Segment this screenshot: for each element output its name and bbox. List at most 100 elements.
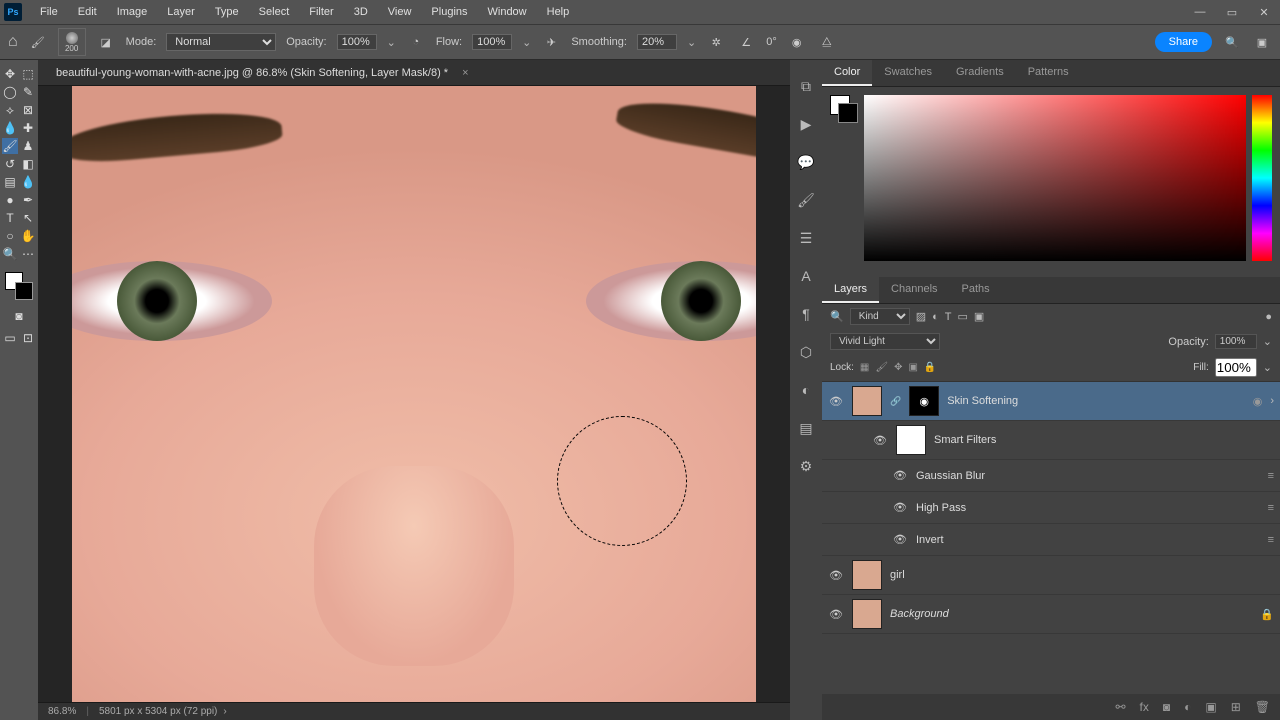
smoothing-chevron-icon[interactable]: ⌄ bbox=[687, 36, 696, 49]
zoom-level[interactable]: 86.8% bbox=[48, 706, 76, 717]
menu-3d[interactable]: 3D bbox=[344, 6, 378, 18]
menu-filter[interactable]: Filter bbox=[299, 6, 343, 18]
close-document-icon[interactable]: × bbox=[462, 67, 468, 79]
layer-skin-softening[interactable]: 👁 🔗 ◉ Skin Softening ◉ › bbox=[822, 382, 1280, 421]
home-icon[interactable]: ⌂ bbox=[8, 33, 18, 51]
filter-blending-icon[interactable]: ≡ bbox=[1268, 502, 1274, 514]
flow-input[interactable] bbox=[472, 34, 512, 50]
maximize-button[interactable]: ▭ bbox=[1216, 6, 1248, 19]
tab-gradients[interactable]: Gradients bbox=[944, 60, 1016, 86]
zoom-tool[interactable]: 🔍 bbox=[2, 246, 18, 262]
color-swatches-mini[interactable] bbox=[5, 272, 33, 300]
menu-edit[interactable]: Edit bbox=[68, 6, 107, 18]
blur-tool[interactable]: 💧 bbox=[20, 174, 36, 190]
link-icon[interactable]: 🔗 bbox=[890, 396, 901, 407]
dodge-tool[interactable]: ● bbox=[2, 192, 18, 208]
filter-blending-icon[interactable]: ≡ bbox=[1268, 470, 1274, 482]
marquee-tool[interactable]: ⬚ bbox=[20, 66, 36, 82]
menu-view[interactable]: View bbox=[378, 6, 422, 18]
brush-preset-picker[interactable]: 200 bbox=[58, 28, 86, 56]
pressure-size-icon[interactable]: ◉ bbox=[787, 32, 807, 52]
fill-input[interactable] bbox=[1215, 358, 1257, 377]
filter-gaussian-blur[interactable]: 👁 Gaussian Blur ≡ bbox=[822, 460, 1280, 492]
adjustment-layer-icon[interactable]: ◐ bbox=[1184, 700, 1191, 714]
hue-slider[interactable] bbox=[1252, 95, 1272, 261]
stamp-tool[interactable]: ♟ bbox=[20, 138, 36, 154]
layer-name[interactable]: Skin Softening bbox=[947, 395, 1018, 407]
status-chevron-icon[interactable]: › bbox=[223, 706, 226, 717]
layer-opacity-input[interactable] bbox=[1215, 334, 1257, 349]
lock-position-icon[interactable]: ✥ bbox=[894, 362, 902, 373]
tab-channels[interactable]: Channels bbox=[879, 277, 949, 303]
menu-layer[interactable]: Layer bbox=[157, 6, 205, 18]
layer-filter-type[interactable]: Kind bbox=[850, 308, 910, 325]
brush-tool[interactable]: 🖌 bbox=[2, 138, 18, 154]
3d-panel-icon[interactable]: ⬡ bbox=[796, 342, 816, 362]
layer-thumbnail[interactable] bbox=[852, 386, 882, 416]
pressure-opacity-icon[interactable]: ◔ bbox=[406, 32, 426, 52]
mode-select[interactable]: Normal bbox=[166, 33, 276, 51]
paragraph-panel-icon[interactable]: ¶ bbox=[796, 304, 816, 324]
angle-value[interactable]: 0° bbox=[766, 36, 777, 48]
filter-smart-icon[interactable]: ▣ bbox=[974, 310, 984, 323]
character-panel-icon[interactable]: A bbox=[796, 266, 816, 286]
filter-toggle-icon[interactable]: ● bbox=[1265, 311, 1272, 323]
visibility-toggle[interactable]: 👁 bbox=[872, 434, 888, 447]
layer-smart-filters[interactable]: 👁 Smart Filters bbox=[822, 421, 1280, 460]
fill-dropdown-icon[interactable]: ⌄ bbox=[1263, 361, 1272, 374]
quick-select-tool[interactable]: ✎ bbox=[20, 84, 36, 100]
filter-name[interactable]: Gaussian Blur bbox=[916, 470, 985, 482]
adjustments-panel-icon[interactable]: ⚙ bbox=[796, 456, 816, 476]
filter-invert[interactable]: 👁 Invert ≡ bbox=[822, 524, 1280, 556]
pen-tool[interactable]: ✒ bbox=[20, 192, 36, 208]
visibility-toggle[interactable]: 👁 bbox=[892, 469, 908, 482]
filter-blending-icon[interactable]: ≡ bbox=[1268, 534, 1274, 546]
minimize-button[interactable]: — bbox=[1184, 6, 1216, 19]
hand-tool[interactable]: ✋ bbox=[20, 228, 36, 244]
shape-tool[interactable]: ○ bbox=[2, 228, 18, 244]
smoothing-options-icon[interactable]: ✲ bbox=[706, 32, 726, 52]
gradient-tool[interactable]: ▤ bbox=[2, 174, 18, 190]
quick-mask-tool[interactable]: ◙ bbox=[11, 308, 27, 324]
brush-settings-panel-icon[interactable]: ☰ bbox=[796, 228, 816, 248]
filter-name[interactable]: Invert bbox=[916, 534, 944, 546]
eyedropper-tool[interactable]: 💧 bbox=[2, 120, 18, 136]
menu-select[interactable]: Select bbox=[249, 6, 300, 18]
group-icon[interactable]: ▣ bbox=[1205, 700, 1216, 714]
menu-window[interactable]: Window bbox=[478, 6, 537, 18]
chevron-icon[interactable]: › bbox=[1270, 395, 1274, 407]
filter-adjust-icon[interactable]: ◐ bbox=[932, 311, 939, 323]
smart-filter-visibility-icon[interactable]: ◉ bbox=[1253, 395, 1263, 408]
airbrush-icon[interactable]: ✈ bbox=[541, 32, 561, 52]
crop-tool[interactable]: ⟡ bbox=[2, 102, 18, 118]
filter-name[interactable]: High Pass bbox=[916, 502, 966, 514]
history-brush-tool[interactable]: ↺ bbox=[2, 156, 18, 172]
visibility-toggle[interactable]: 👁 bbox=[828, 395, 844, 408]
actions-panel-icon[interactable]: ▶ bbox=[796, 114, 816, 134]
lock-icon[interactable]: 🔒 bbox=[1260, 608, 1274, 621]
move-tool[interactable]: ✥ bbox=[2, 66, 18, 82]
screen-mode-tool[interactable]: ▭ bbox=[2, 330, 18, 346]
brushes-panel-icon[interactable]: 🖌 bbox=[796, 190, 816, 210]
color-panel-swatches[interactable] bbox=[830, 95, 858, 123]
eraser-tool[interactable]: ◧ bbox=[20, 156, 36, 172]
menu-plugins[interactable]: Plugins bbox=[421, 6, 477, 18]
filter-text-icon[interactable]: T bbox=[945, 311, 952, 323]
search-icon[interactable]: 🔍 bbox=[830, 310, 844, 323]
filter-pixel-icon[interactable]: ▨ bbox=[916, 310, 926, 323]
document-tab[interactable]: beautiful-young-woman-with-acne.jpg @ 86… bbox=[48, 63, 456, 83]
layer-background[interactable]: 👁 Background 🔒 bbox=[822, 595, 1280, 634]
filter-shape-icon[interactable]: ▭ bbox=[958, 310, 968, 323]
opacity-chevron-icon[interactable]: ⌄ bbox=[387, 36, 396, 49]
tab-swatches[interactable]: Swatches bbox=[872, 60, 944, 86]
lock-artboard-icon[interactable]: ▣ bbox=[908, 362, 917, 373]
visibility-toggle[interactable]: 👁 bbox=[828, 608, 844, 621]
new-layer-icon[interactable]: ⊞ bbox=[1231, 700, 1241, 714]
text-tool[interactable]: T bbox=[2, 210, 18, 226]
layer-girl[interactable]: 👁 girl bbox=[822, 556, 1280, 595]
tab-patterns[interactable]: Patterns bbox=[1016, 60, 1081, 86]
brush-tool-icon[interactable]: 🖌 bbox=[28, 32, 48, 52]
blend-mode-select[interactable]: Vivid Light bbox=[830, 333, 940, 350]
layer-mask-thumbnail[interactable]: ◉ bbox=[909, 386, 939, 416]
brush-settings-icon[interactable]: ◪ bbox=[96, 32, 116, 52]
